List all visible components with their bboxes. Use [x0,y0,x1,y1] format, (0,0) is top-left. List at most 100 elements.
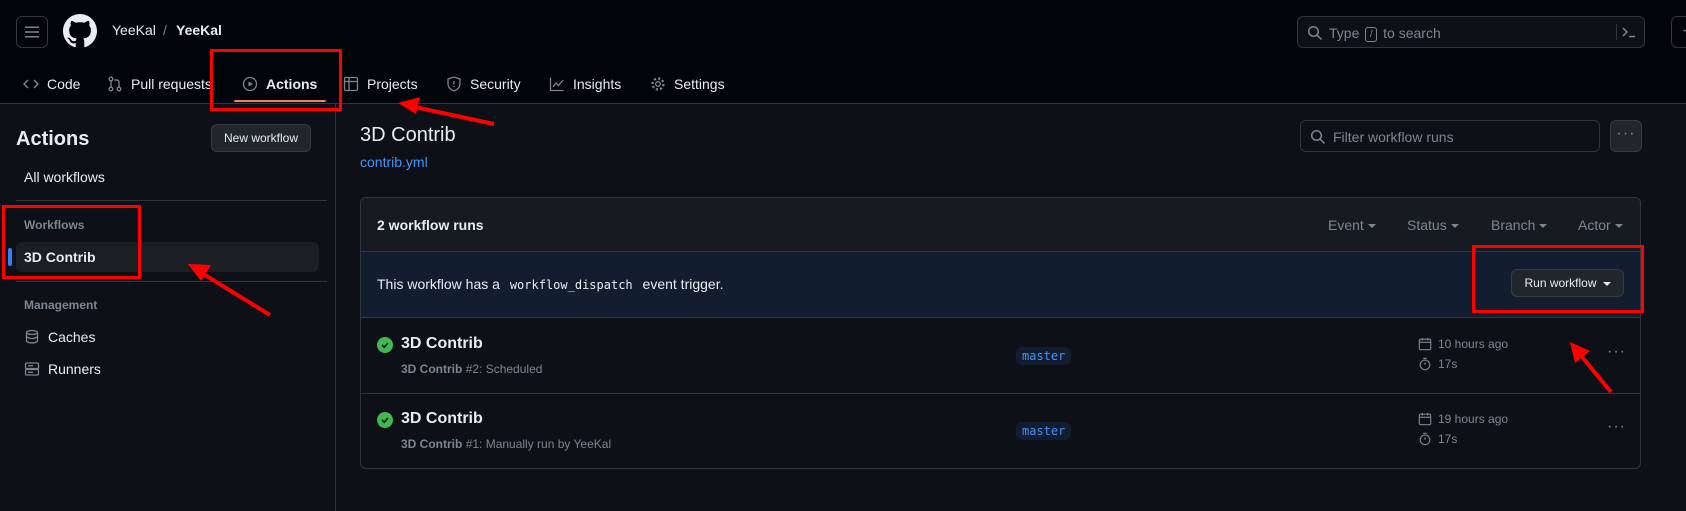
search-icon [1307,25,1323,41]
filter-placeholder: Filter workflow runs [1333,129,1454,145]
run-duration: 17s [1418,432,1457,446]
search-placeholder: Type / to search [1329,25,1441,42]
sidebar-divider [16,200,327,201]
sidebar-item-caches[interactable]: Caches [16,322,319,352]
tab-settings[interactable]: Settings [650,64,725,104]
code-icon [23,79,39,89]
stopwatch-icon [1419,432,1431,446]
tab-code[interactable]: Code [23,64,80,104]
management-heading: Management [24,298,98,312]
kebab-horizontal-icon: ··· [1607,343,1626,360]
repo-name-link[interactable]: YeeKal [176,22,222,38]
run-title[interactable]: 3D Contrib [401,410,483,428]
filter-label: Status [1407,217,1447,233]
kebab-horizontal-icon: ··· [1616,125,1636,142]
chevron-down-icon [1367,224,1376,229]
workflow-run-row[interactable]: 3D Contrib 3D Contrib #2: Scheduled mast… [361,319,1640,394]
event-filter-dropdown[interactable]: Event [1328,217,1376,233]
github-logo-icon[interactable] [63,14,97,48]
run-title[interactable]: 3D Contrib [401,335,483,353]
workflow-run-row[interactable]: 3D Contrib 3D Contrib #1: Manually run b… [361,394,1640,468]
search-shortcut-key: / [1365,26,1378,42]
chevron-down-icon [1614,224,1623,229]
create-new-button[interactable]: + [1671,16,1686,48]
new-workflow-button[interactable]: New workflow [211,124,311,152]
table-icon [343,76,359,92]
tab-label: Pull requests [131,76,212,92]
run-workflow-name: 3D Contrib [401,362,463,376]
tab-label: Insights [573,76,622,92]
menu-button[interactable] [16,16,48,48]
sidebar-item-label: Runners [48,361,101,377]
workflows-heading: Workflows [24,218,85,232]
sidebar-item-label: Caches [48,329,96,345]
gear-icon [651,77,665,91]
search-icon [1310,129,1326,145]
filter-runs-input[interactable]: Filter workflow runs [1300,120,1600,152]
branch-badge[interactable]: master [1016,422,1072,440]
run-time: 19 hours ago [1418,412,1508,426]
sidebar-item-label: 3D Contrib [24,249,96,265]
repo-owner-link[interactable]: YeeKal [112,22,156,38]
success-check-icon [377,412,393,428]
chevron-down-icon [1450,224,1459,229]
repo-tabs: Code Pull requests Actions Projects Secu… [0,64,900,104]
sidebar-item-all-workflows[interactable]: All workflows [16,162,319,192]
tab-insights[interactable]: Insights [549,64,621,104]
search-divider [1616,24,1617,40]
run-duration-label: 17s [1438,432,1458,446]
tab-label: Actions [266,76,318,92]
sidebar-item-3d-contrib[interactable]: 3D Contrib [8,242,319,272]
graph-icon [549,77,564,92]
run-duration: 17s [1418,357,1457,371]
dispatch-banner: This workflow has a workflow_dispatch ev… [361,252,1640,318]
active-tab-indicator [234,100,326,102]
hamburger-icon [25,26,39,38]
tab-projects[interactable]: Projects [343,64,418,104]
runs-count: 2 workflow runs [377,217,484,233]
chevron-down-icon [1539,224,1548,229]
command-palette-icon[interactable] [1621,24,1637,40]
tab-label: Code [47,76,81,92]
workflow-runs-box: 2 workflow runs Event Status Branch Acto… [360,197,1641,469]
sidebar-title: Actions [16,128,90,150]
shield-icon [447,76,461,92]
runs-header: 2 workflow runs Event Status Branch Acto… [361,198,1640,252]
sidebar-divider [16,281,327,282]
search-placeholder-before: Type [1329,25,1360,41]
status-filter-dropdown[interactable]: Status [1407,217,1459,233]
pull-request-icon [108,76,122,92]
actor-filter-dropdown[interactable]: Actor [1578,217,1623,233]
database-icon [25,329,39,344]
kebab-horizontal-icon: ··· [1607,418,1626,435]
sidebar-item-runners[interactable]: Runners [16,354,319,384]
workflow-file-link[interactable]: contrib.yml [360,154,428,170]
branch-badge[interactable]: master [1016,347,1072,365]
run-detail: #1: Manually run by YeeKal [465,437,612,451]
search-placeholder-after: to search [1383,25,1441,41]
filter-label: Branch [1491,217,1536,233]
stopwatch-icon [1419,357,1431,371]
branch-filter-dropdown[interactable]: Branch [1491,217,1548,233]
filter-label: Actor [1578,217,1611,233]
run-subtitle: 3D Contrib #1: Manually run by YeeKal [401,437,611,451]
chevron-down-icon [1602,281,1611,286]
tab-label: Projects [367,76,418,92]
run-menu-button[interactable]: ··· [1607,418,1626,436]
top-bar: YeeKal / YeeKal Type / to search + [0,0,1686,64]
dispatch-code: workflow_dispatch [509,278,633,292]
run-menu-button[interactable]: ··· [1607,343,1626,361]
workflow-title: 3D Contrib [360,124,456,146]
repo-header: YeeKal / YeeKal Type / to search + Code … [0,0,1686,104]
tab-security[interactable]: Security [446,64,521,104]
run-workflow-label: Run workflow [1524,276,1597,290]
tab-actions[interactable]: Actions [242,64,317,104]
dispatch-text: This workflow has a workflow_dispatch ev… [377,276,723,292]
run-duration-label: 17s [1438,357,1458,371]
search-input[interactable]: Type / to search [1297,16,1645,48]
run-detail: #2: Scheduled [465,362,543,376]
run-workflow-button[interactable]: Run workflow [1511,269,1624,297]
workflow-menu-button[interactable]: ··· [1610,120,1642,152]
tab-pull-requests[interactable]: Pull requests [107,64,212,104]
tab-label: Security [470,76,521,92]
